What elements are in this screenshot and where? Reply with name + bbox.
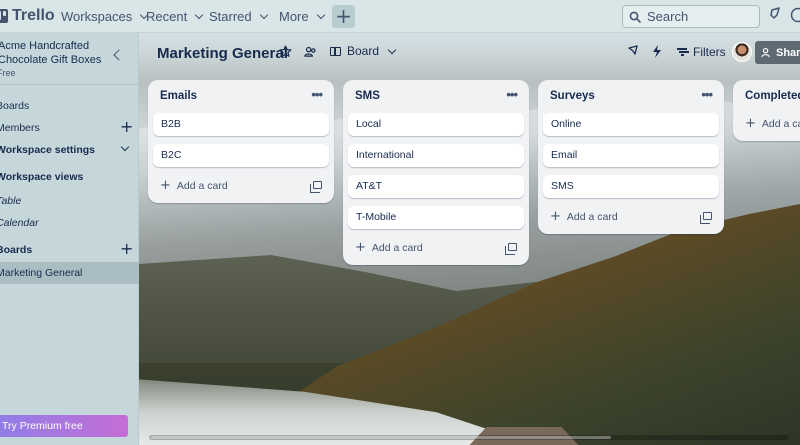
power-ups-icon[interactable] (627, 45, 639, 62)
sidebar-item-boards[interactable]: Boards (0, 100, 29, 112)
collapse-sidebar-icon[interactable] (113, 49, 125, 61)
card-template-icon[interactable] (700, 212, 712, 224)
add-card-button[interactable]: + Add a card (148, 175, 334, 197)
search-box[interactable] (622, 5, 760, 28)
try-premium-button[interactable]: Try Premium free (0, 415, 128, 437)
card-template-icon[interactable] (505, 243, 517, 255)
sidebar-item-members[interactable]: Members (0, 122, 40, 134)
scrollbar-thumb[interactable] (151, 436, 611, 439)
chevron-down-icon (387, 45, 397, 54)
list-menu-icon[interactable]: ••• (506, 87, 518, 102)
add-card-label: Add a card (761, 118, 800, 130)
notifications-icon[interactable] (766, 7, 784, 25)
nav-workspaces-label: Workspaces (61, 9, 133, 24)
star-icon[interactable] (279, 45, 292, 63)
card[interactable]: Local (348, 113, 524, 136)
share-button[interactable]: Share (755, 41, 800, 64)
list-completed[interactable]: Completed + Add a card (733, 80, 800, 141)
help-icon[interactable] (789, 7, 800, 25)
workspace-plan: Free (0, 68, 16, 78)
sidebar: Acme Handcrafted Chocolate Gift Boxes Fr… (0, 33, 139, 445)
card-template-icon[interactable] (310, 181, 322, 193)
nav-recent[interactable]: Recent (146, 9, 204, 24)
sidebar-item-marketing-general[interactable]: Marketing General (0, 267, 82, 279)
card[interactable]: Email (543, 144, 719, 167)
list-menu-icon[interactable]: ••• (701, 87, 713, 102)
chevron-down-icon (259, 10, 268, 20)
add-card-label: Add a card (176, 180, 228, 192)
board-header: Marketing General Board Filters Share (139, 33, 800, 73)
card[interactable]: T-Mobile (348, 206, 524, 229)
list-menu-icon[interactable]: ••• (311, 87, 323, 102)
board-title[interactable]: Marketing General (157, 45, 288, 62)
card[interactable]: International (348, 144, 524, 167)
nav-starred[interactable]: Starred (209, 9, 268, 24)
search-icon (629, 11, 641, 23)
sidebar-heading-your-boards: Boards (0, 244, 33, 256)
plus-icon: + (550, 209, 561, 224)
list-title[interactable]: Completed (733, 80, 800, 113)
app-name: Trello (12, 7, 55, 24)
trello-logo[interactable]: Trello (0, 7, 55, 25)
nav-starred-label: Starred (209, 9, 252, 24)
chevron-down-icon (316, 10, 325, 20)
share-label: Share (776, 46, 800, 59)
nav-more-label: More (279, 9, 309, 24)
board-view-switcher[interactable]: Board (330, 44, 397, 58)
filters-button[interactable]: Filters (677, 45, 726, 59)
member-avatar[interactable] (732, 42, 752, 62)
add-card-label: Add a card (371, 242, 423, 254)
top-nav-bar: Trello Workspaces Recent Starred More + (0, 0, 800, 33)
trello-logo-icon (0, 9, 8, 23)
list-title[interactable]: Surveys (538, 80, 724, 113)
add-board-icon[interactable]: + (120, 241, 133, 257)
plus-icon: + (160, 178, 171, 193)
list-title[interactable]: SMS (343, 80, 529, 113)
automation-icon[interactable] (652, 45, 662, 63)
add-card-button[interactable]: + Add a card (538, 206, 724, 228)
filter-icon (677, 48, 687, 56)
board-view-label: Board (347, 44, 380, 58)
add-person-icon (761, 47, 770, 58)
plus-icon: + (745, 116, 756, 131)
card[interactable]: SMS (543, 175, 719, 198)
sidebar-heading-workspace-views: Workspace views (0, 171, 84, 183)
nav-recent-label: Recent (146, 9, 188, 24)
add-card-button[interactable]: + Add a card (343, 237, 529, 259)
sidebar-item-table[interactable]: Table (0, 195, 21, 207)
board-canvas: Marketing General Board Filters Shar e (139, 33, 800, 445)
add-card-label: Add a card (566, 211, 618, 223)
card[interactable]: B2B (153, 113, 329, 136)
list-surveys[interactable]: Surveys ••• Online Email SMS + Add a card (538, 80, 724, 234)
nav-more[interactable]: More (279, 9, 325, 24)
create-button[interactable]: + (332, 5, 355, 28)
nav-workspaces[interactable]: Workspaces (61, 9, 149, 24)
add-member-icon[interactable]: + (120, 119, 133, 135)
list-sms[interactable]: SMS ••• Local International AT&T T-Mobil… (343, 80, 529, 265)
chevron-down-icon (194, 10, 204, 20)
list-emails[interactable]: Emails ••• B2B B2C + Add a card (148, 80, 334, 203)
visibility-icon[interactable] (304, 45, 317, 63)
card[interactable]: Online (543, 113, 719, 136)
filters-label: Filters (693, 45, 726, 59)
board-view-icon (330, 46, 341, 56)
workspace-name[interactable]: Acme Handcrafted Chocolate Gift Boxes (0, 39, 110, 67)
card[interactable]: B2C (153, 144, 329, 167)
plus-icon: + (355, 240, 366, 255)
list-title[interactable]: Emails (148, 80, 334, 113)
chevron-down-icon[interactable] (120, 142, 130, 152)
sidebar-item-workspace-settings[interactable]: Workspace settings (0, 144, 95, 156)
workspace-header: Acme Handcrafted Chocolate Gift Boxes Fr… (0, 33, 139, 85)
add-card-button[interactable]: + Add a card (733, 113, 800, 135)
search-input[interactable] (647, 9, 747, 24)
card[interactable]: AT&T (348, 175, 524, 198)
sidebar-item-calendar[interactable]: Calendar (0, 217, 39, 229)
plus-icon: + (335, 4, 352, 28)
